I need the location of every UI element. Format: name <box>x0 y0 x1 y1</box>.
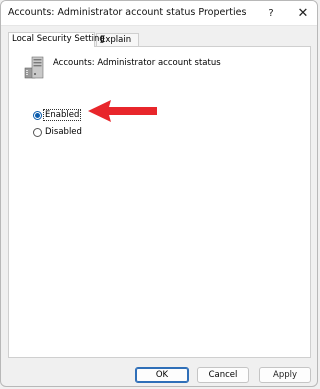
help-button[interactable]: ? <box>262 5 280 21</box>
disabled-radio[interactable] <box>33 127 42 137</box>
server-policy-icon <box>24 56 44 79</box>
ok-button[interactable]: OK <box>135 367 189 383</box>
policy-name: Accounts: Administrator account status <box>53 58 221 68</box>
cancel-button[interactable]: Cancel <box>197 367 249 383</box>
apply-button[interactable]: Apply <box>259 367 311 383</box>
window-title: Accounts: Administrator account status P… <box>8 7 247 18</box>
title-bar: Accounts: Administrator account status P… <box>1 1 317 26</box>
tab-panel: Accounts: Administrator account status E… <box>8 46 311 358</box>
tab-local-security-setting[interactable]: Local Security Setting <box>8 32 105 47</box>
close-button[interactable]: ✕ <box>294 5 312 21</box>
properties-dialog: Accounts: Administrator account status P… <box>0 0 318 387</box>
enabled-option[interactable]: Enabled <box>33 109 82 121</box>
enabled-label[interactable]: Enabled <box>42 109 82 121</box>
disabled-label[interactable]: Disabled <box>44 127 83 137</box>
disabled-option[interactable]: Disabled <box>33 127 83 137</box>
red-arrow-icon <box>88 100 157 122</box>
enabled-radio[interactable] <box>33 110 42 120</box>
